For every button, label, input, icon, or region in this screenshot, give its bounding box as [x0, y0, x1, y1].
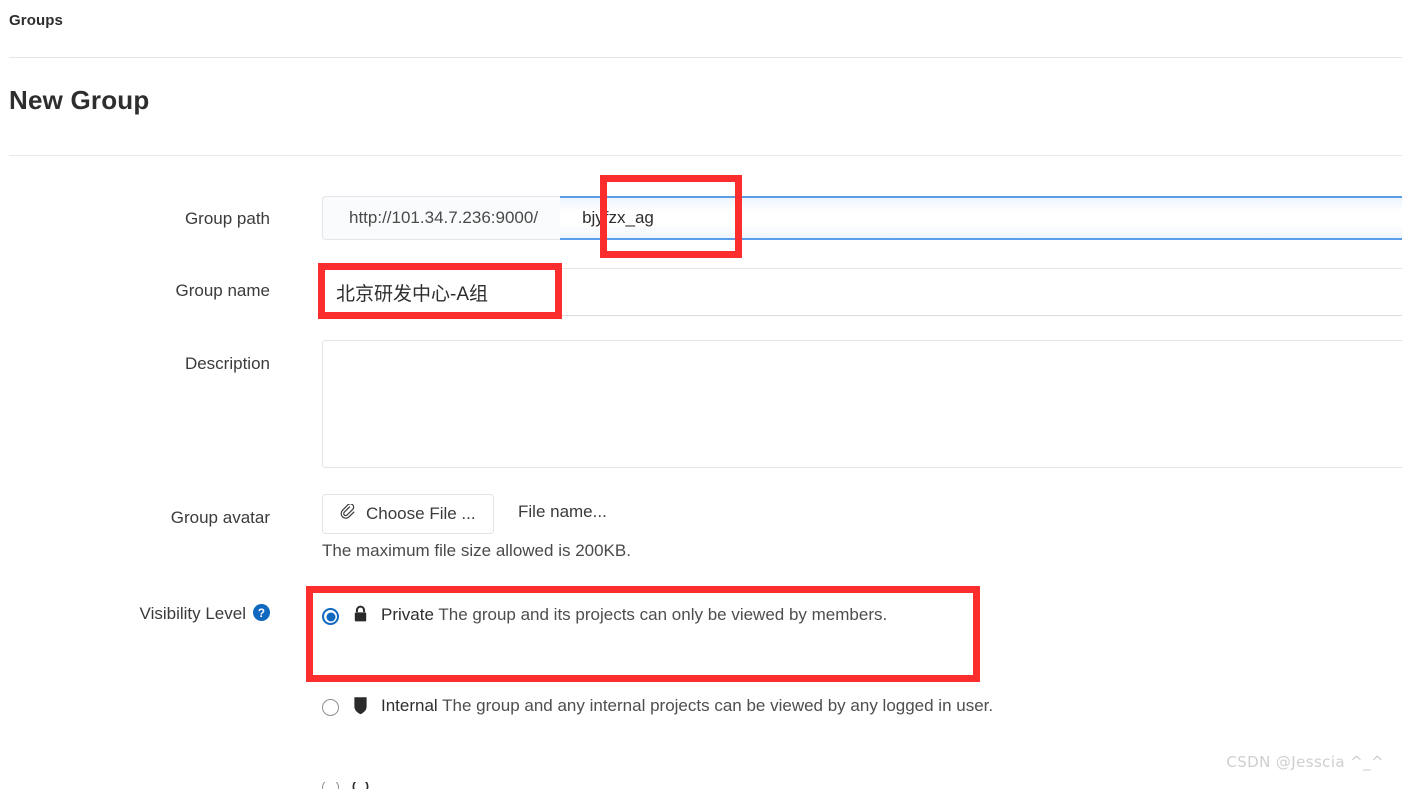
svg-text:?: ?	[258, 607, 265, 620]
paperclip-icon	[340, 503, 355, 524]
choose-file-button[interactable]: Choose File ...	[322, 494, 494, 534]
visibility-private-description: The group and its projects can only be v…	[438, 605, 888, 624]
visibility-option-public-partial[interactable]	[322, 782, 370, 789]
group-name-label: Group name	[175, 281, 271, 300]
breadcrumb-divider	[9, 57, 1402, 58]
page-title: New Group	[9, 85, 150, 115]
group-path-field: http://101.34.7.236:9000/	[322, 196, 1402, 240]
visibility-level-label: Visibility Level?	[0, 604, 270, 626]
description-label: Description	[184, 354, 270, 373]
breadcrumb-groups[interactable]: Groups	[9, 12, 63, 29]
description-textarea[interactable]	[322, 340, 1402, 468]
visibility-option-internal[interactable]: Internal The group and any internal proj…	[322, 695, 993, 717]
visibility-level-label-text: Visibility Level	[139, 604, 246, 623]
visibility-private-text: Private The group and its projects can o…	[381, 604, 887, 626]
group-path-label: Group path	[184, 209, 270, 228]
visibility-internal-description: The group and any internal projects can …	[442, 696, 994, 715]
choose-file-label: Choose File ...	[366, 504, 476, 523]
radio-internal[interactable]	[322, 699, 339, 716]
visibility-option-private[interactable]: Private The group and its projects can o…	[322, 604, 887, 626]
breadcrumb[interactable]: Groups	[9, 12, 63, 29]
radio-public[interactable]	[322, 782, 339, 789]
visibility-internal-name: Internal	[381, 696, 438, 715]
avatar-size-hint: The maximum file size allowed is 200KB.	[322, 541, 631, 560]
new-group-page: Groups New Group Group path http://101.3…	[0, 0, 1402, 789]
shield-icon	[350, 696, 370, 715]
help-circle-icon[interactable]: ?	[253, 604, 270, 626]
group-avatar-label: Group avatar	[170, 508, 270, 527]
group-path-input[interactable]	[560, 196, 1402, 240]
lock-icon	[350, 605, 370, 624]
group-path-url-prefix: http://101.34.7.236:9000/	[322, 196, 561, 240]
annotation-box-visibility-private	[306, 586, 980, 682]
watermark: CSDN @Jesscia ^_^	[1226, 753, 1384, 771]
visibility-private-name: Private	[381, 605, 434, 624]
group-name-input[interactable]	[322, 268, 1402, 316]
title-divider	[9, 155, 1402, 156]
visibility-internal-text: Internal The group and any internal proj…	[381, 695, 993, 717]
globe-icon	[350, 782, 370, 789]
radio-private[interactable]	[322, 608, 339, 625]
file-name-text: File name...	[518, 502, 607, 521]
